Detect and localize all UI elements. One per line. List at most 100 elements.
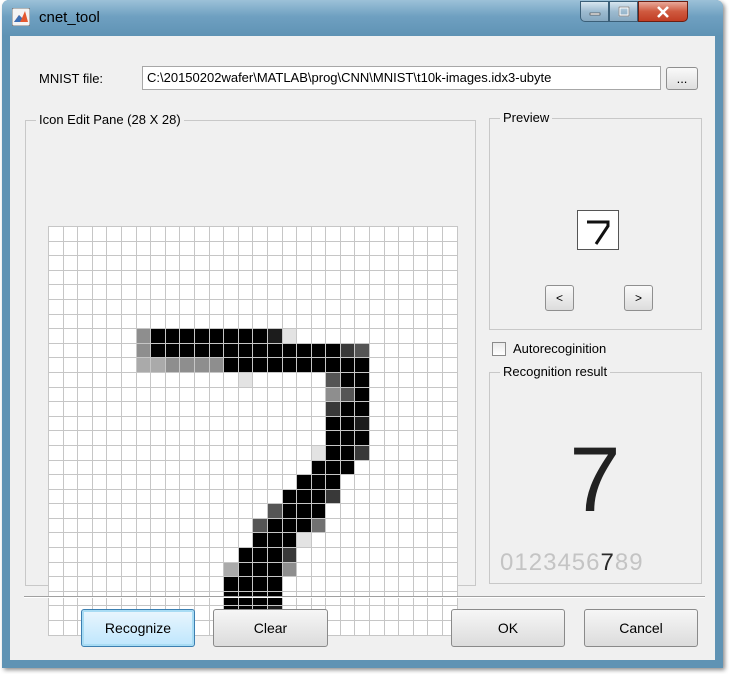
pixel-cell[interactable] xyxy=(238,548,254,563)
pixel-cell[interactable] xyxy=(224,518,239,534)
pixel-cell[interactable] xyxy=(165,460,181,476)
pixel-cell[interactable] xyxy=(151,489,166,505)
pixel-cell[interactable] xyxy=(92,460,108,476)
pixel-cell[interactable] xyxy=(443,577,458,592)
pixel-cell[interactable] xyxy=(282,431,298,446)
next-image-button[interactable]: > xyxy=(624,285,653,311)
pixel-cell[interactable] xyxy=(209,358,225,373)
pixel-cell[interactable] xyxy=(151,577,166,592)
pixel-cell[interactable] xyxy=(107,343,122,359)
pixel-cell[interactable] xyxy=(238,416,254,432)
pixel-cell[interactable] xyxy=(428,314,444,330)
pixel-cell[interactable] xyxy=(209,533,225,549)
pixel-cell[interactable] xyxy=(340,533,356,549)
pixel-cell[interactable] xyxy=(194,256,210,271)
pixel-cell[interactable] xyxy=(121,256,137,271)
pixel-cell[interactable] xyxy=(282,314,298,330)
pixel-cell[interactable] xyxy=(63,606,79,622)
pixel-cell[interactable] xyxy=(413,606,429,622)
pixel-cell[interactable] xyxy=(297,416,312,432)
pixel-cell[interactable] xyxy=(399,518,414,534)
pixel-cell[interactable] xyxy=(121,431,137,446)
pixel-cell[interactable] xyxy=(355,533,371,549)
pixel-cell[interactable] xyxy=(194,270,210,286)
pixel-cell[interactable] xyxy=(282,343,298,359)
pixel-cell[interactable] xyxy=(107,445,122,461)
pixel-cell[interactable] xyxy=(151,548,166,563)
pixel-cell[interactable] xyxy=(428,270,444,286)
pixel-cell[interactable] xyxy=(78,489,93,505)
pixel-cell[interactable] xyxy=(443,241,458,257)
pixel-cell[interactable] xyxy=(78,504,93,519)
pixel-cell[interactable] xyxy=(78,241,93,257)
pixel-cell[interactable] xyxy=(136,285,152,300)
pixel-cell[interactable] xyxy=(370,621,385,636)
pixel-cell[interactable] xyxy=(209,256,225,271)
pixel-cell[interactable] xyxy=(326,314,341,330)
pixel-cell[interactable] xyxy=(443,445,458,461)
pixel-cell[interactable] xyxy=(297,256,312,271)
pixel-cell[interactable] xyxy=(326,431,341,446)
pixel-cell[interactable] xyxy=(384,445,400,461)
clear-button[interactable]: Clear xyxy=(213,609,328,647)
pixel-cell[interactable] xyxy=(267,358,283,373)
pixel-cell[interactable] xyxy=(180,387,195,403)
pixel-cell[interactable] xyxy=(384,548,400,563)
pixel-cell[interactable] xyxy=(165,256,181,271)
pixel-cell[interactable] xyxy=(399,256,414,271)
pixel-cell[interactable] xyxy=(253,548,268,563)
pixel-cell[interactable] xyxy=(49,329,64,344)
pixel-cell[interactable] xyxy=(384,285,400,300)
pixel-cell[interactable] xyxy=(443,562,458,578)
pixel-cell[interactable] xyxy=(413,343,429,359)
pixel-cell[interactable] xyxy=(297,285,312,300)
pixel-cell[interactable] xyxy=(151,387,166,403)
pixel-cell[interactable] xyxy=(151,533,166,549)
pixel-cell[interactable] xyxy=(224,358,239,373)
pixel-cell[interactable] xyxy=(136,329,152,344)
pixel-cell[interactable] xyxy=(413,416,429,432)
pixel-cell[interactable] xyxy=(428,445,444,461)
pixel-cell[interactable] xyxy=(399,475,414,490)
pixel-cell[interactable] xyxy=(326,621,341,636)
pixel-cell[interactable] xyxy=(413,372,429,388)
pixel-cell[interactable] xyxy=(340,431,356,446)
pixel-cell[interactable] xyxy=(49,504,64,519)
pixel-cell[interactable] xyxy=(49,518,64,534)
pixel-cell[interactable] xyxy=(311,329,327,344)
pixel-cell[interactable] xyxy=(253,402,268,417)
pixel-cell[interactable] xyxy=(370,270,385,286)
pixel-cell[interactable] xyxy=(413,621,429,636)
pixel-cell[interactable] xyxy=(282,270,298,286)
pixel-cell[interactable] xyxy=(428,387,444,403)
pixel-cell[interactable] xyxy=(253,445,268,461)
pixel-cell[interactable] xyxy=(92,256,108,271)
pixel-cell[interactable] xyxy=(253,241,268,257)
pixel-cell[interactable] xyxy=(326,256,341,271)
pixel-cell[interactable] xyxy=(282,445,298,461)
pixel-cell[interactable] xyxy=(151,475,166,490)
pixel-cell[interactable] xyxy=(151,372,166,388)
pixel-cell[interactable] xyxy=(78,416,93,432)
pixel-cell[interactable] xyxy=(282,533,298,549)
pixel-cell[interactable] xyxy=(253,314,268,330)
pixel-cell[interactable] xyxy=(165,227,181,242)
pixel-cell[interactable] xyxy=(282,416,298,432)
pixel-cell[interactable] xyxy=(428,416,444,432)
pixel-cell[interactable] xyxy=(253,358,268,373)
pixel-cell[interactable] xyxy=(136,548,152,563)
pixel-cell[interactable] xyxy=(224,372,239,388)
pixel-cell[interactable] xyxy=(49,460,64,476)
pixel-cell[interactable] xyxy=(399,533,414,549)
pixel-cell[interactable] xyxy=(136,343,152,359)
pixel-cell[interactable] xyxy=(180,270,195,286)
pixel-cell[interactable] xyxy=(209,577,225,592)
pixel-cell[interactable] xyxy=(209,343,225,359)
pixel-cell[interactable] xyxy=(165,533,181,549)
pixel-cell[interactable] xyxy=(355,621,371,636)
pixel-cell[interactable] xyxy=(384,256,400,271)
pixel-cell[interactable] xyxy=(326,562,341,578)
pixel-cell[interactable] xyxy=(121,329,137,344)
pixel-cell[interactable] xyxy=(136,241,152,257)
pixel-cell[interactable] xyxy=(165,518,181,534)
